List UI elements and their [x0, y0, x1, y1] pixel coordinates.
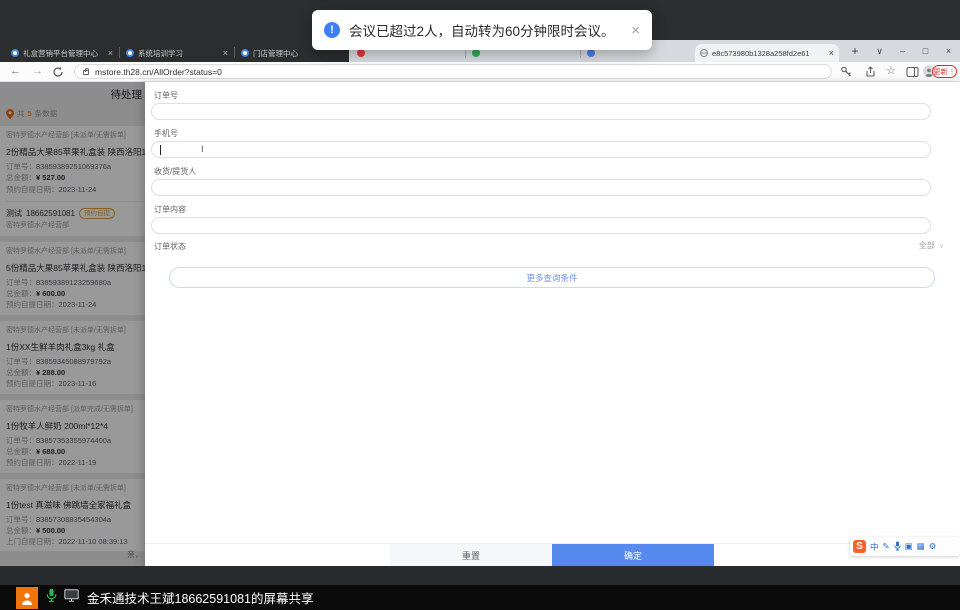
overflow-menu-icon: ⋮	[948, 68, 956, 76]
ibeam-cursor: I	[201, 144, 204, 154]
tab-hash-active[interactable]: e8c573980b1328a258fd2e61 ×	[695, 44, 839, 62]
confirm-button[interactable]: 确定	[552, 544, 714, 566]
tab-close-icon[interactable]: ×	[108, 48, 113, 58]
text-caret	[160, 145, 161, 155]
chrome-update-button[interactable]: 更新 ⋮	[932, 65, 957, 78]
tab-title: e8c573980b1328a258fd2e61	[712, 48, 810, 58]
site-favicon-icon	[357, 49, 365, 57]
window-controls: ∨ – □ ×	[868, 40, 960, 62]
password-key-icon[interactable]	[840, 65, 853, 83]
share-icon[interactable]	[864, 65, 876, 83]
site-favicon-icon	[126, 49, 134, 57]
screen: 礼盒营销平台管理中心 × 系统培训学习 × 门店管理中心 e8c573980b1…	[0, 0, 960, 610]
more-conditions-button[interactable]: 更多查询条件	[169, 267, 935, 288]
taskbar: 金禾通技术王斌18662591081的屏幕共享	[0, 585, 960, 610]
chevron-down-icon: ∨	[938, 242, 944, 250]
ime-skin-icon[interactable]: ▦	[917, 541, 925, 552]
screen-share-icon[interactable]	[64, 588, 79, 607]
lock-icon	[83, 68, 89, 75]
tab-title: 系统培训学习	[138, 48, 183, 58]
site-favicon-icon	[587, 49, 595, 57]
site-favicon-icon	[11, 49, 19, 57]
meeting-toast: ! 会议已超过2人，自动转为60分钟限时会议。 ×	[312, 10, 652, 50]
side-panel-icon[interactable]	[906, 65, 919, 83]
tab-separator	[234, 47, 235, 58]
status-value: 全部	[918, 241, 935, 250]
url-bar[interactable]: mstore.th28.cn/AllOrder?status=0	[74, 64, 832, 79]
close-window-button[interactable]: ×	[937, 46, 960, 56]
globe-icon	[700, 49, 708, 57]
ime-settings-icon[interactable]: ⚙	[929, 541, 937, 552]
site-favicon-icon	[472, 49, 480, 57]
bookmark-star-icon[interactable]: ☆	[886, 64, 896, 77]
tab-close-icon[interactable]: ×	[829, 48, 834, 58]
status-dropdown[interactable]: 全部 ∨	[919, 240, 944, 251]
maximize-button[interactable]: □	[914, 46, 937, 56]
content-field-label: 订单内容	[154, 205, 186, 214]
receiver-field-label: 收货/提货人	[154, 167, 197, 176]
toast-close-icon[interactable]: ×	[631, 22, 640, 39]
order-no-field-label: 订单号	[154, 91, 178, 100]
ime-handwriting-icon[interactable]: ✎	[883, 541, 890, 552]
presenter-avatar-icon[interactable]	[16, 586, 38, 609]
phone-field-label: 手机号	[154, 129, 178, 138]
minimize-button[interactable]: –	[891, 46, 914, 56]
order-list-sidebar: 待处理 共 5 条数据 密特罗德水产经营部 [未派单/无需拆单] 2份精品大果8…	[0, 82, 145, 566]
order-search-drawer: 订单号 手机号 I 收货/提货人 订单内容 订单状态 全部 ∨ 更多查询条件 重…	[145, 82, 960, 566]
status-field-label: 订单状态	[154, 242, 186, 251]
receiver-input[interactable]	[151, 179, 931, 196]
toast-message: 会议已超过2人，自动转为60分钟限时会议。	[349, 24, 615, 39]
page-bottom-band	[0, 566, 960, 585]
ime-mic-icon[interactable]	[893, 538, 901, 556]
drawer-footer: 重置 确定	[145, 543, 960, 566]
back-icon[interactable]: ←	[10, 65, 21, 77]
order-no-input[interactable]	[151, 103, 931, 120]
microphone-icon[interactable]	[46, 588, 57, 608]
reset-button[interactable]: 重置	[390, 544, 552, 566]
content-input[interactable]	[151, 217, 931, 234]
reload-icon[interactable]	[52, 65, 64, 83]
tab-search-chevron-icon[interactable]: ∨	[868, 46, 891, 57]
sogou-logo-icon[interactable]: S	[853, 540, 866, 553]
ime-panel-icon[interactable]: ▣	[905, 541, 913, 552]
tab-separator	[119, 47, 120, 58]
screen-share-text: 金禾通技术王斌18662591081的屏幕共享	[87, 592, 314, 606]
tab-training[interactable]: 系统培训学习 ×	[121, 44, 233, 62]
modal-backdrop	[0, 82, 145, 566]
update-label: 更新	[933, 68, 948, 76]
tab-close-icon[interactable]: ×	[223, 48, 228, 58]
tab-title: 礼盒营销平台管理中心	[23, 48, 98, 58]
new-tab-button[interactable]: +	[848, 45, 862, 59]
forward-icon[interactable]: →	[32, 65, 43, 77]
phone-input[interactable]	[151, 141, 931, 158]
ime-toolbar[interactable]: S 中 ✎ ▣ ▦ ⚙	[850, 537, 960, 556]
info-icon: !	[324, 22, 340, 38]
browser-toolbar: ← → mstore.th28.cn/AllOrder?status=0 ☆ 更…	[0, 62, 960, 82]
url-text: mstore.th28.cn/AllOrder?status=0	[95, 66, 222, 77]
site-favicon-icon	[241, 49, 249, 57]
tab-gift-platform[interactable]: 礼盒营销平台管理中心 ×	[6, 44, 118, 62]
ime-chinese-mode-icon[interactable]: 中	[870, 541, 879, 553]
